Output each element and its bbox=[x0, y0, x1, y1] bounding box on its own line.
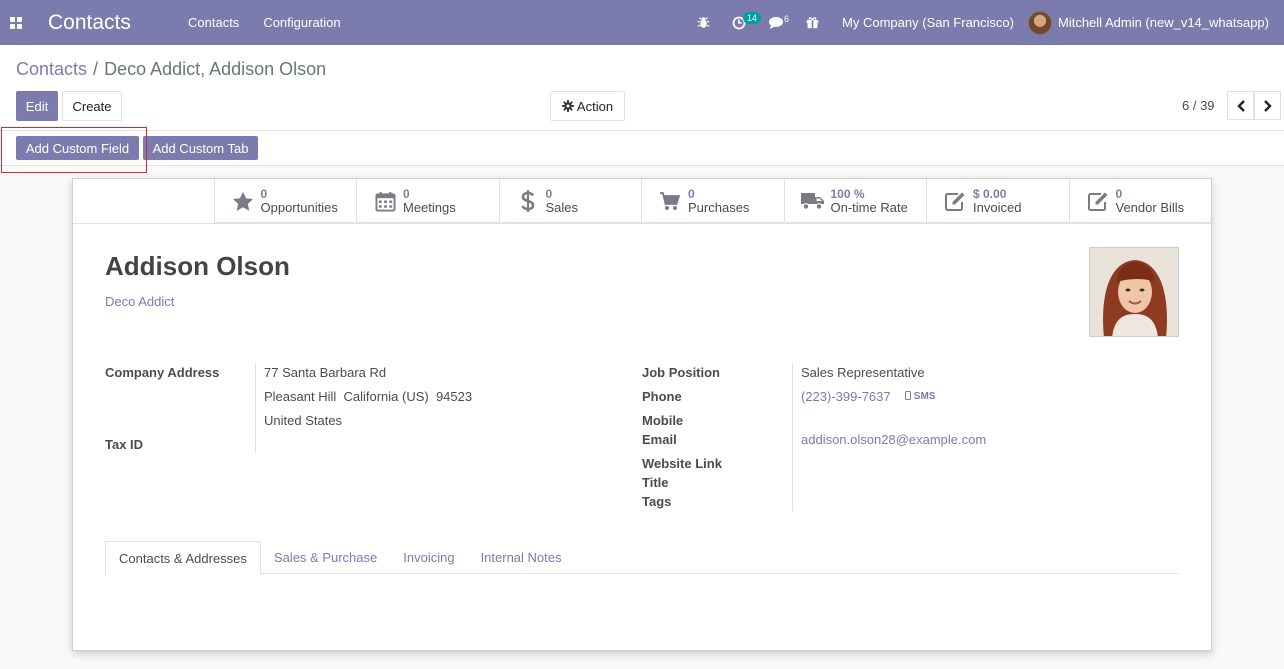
notebook-tabs: Contacts & Addresses Sales & Purchase In… bbox=[105, 541, 1179, 575]
vendor-bills-label: Vendor Bills bbox=[1115, 200, 1185, 215]
debug-bug-icon[interactable] bbox=[686, 0, 721, 45]
pager-next-button[interactable] bbox=[1254, 91, 1281, 120]
meetings-value: 0 bbox=[403, 187, 410, 201]
gear-icon bbox=[561, 100, 574, 112]
pager-value[interactable]: 6 / 39 bbox=[1182, 98, 1215, 113]
breadcrumb-contacts-link[interactable]: Contacts bbox=[16, 59, 87, 79]
mobile-phone-icon bbox=[905, 391, 911, 400]
tags-label: Tags bbox=[642, 494, 672, 509]
email-label: Email bbox=[642, 432, 677, 447]
on-time-rate-button[interactable]: 100 % On-time Rate bbox=[783, 179, 927, 223]
on-time-rate-label: On-time Rate bbox=[830, 200, 908, 215]
button-box-divider bbox=[73, 223, 1213, 224]
tab-invoicing[interactable]: Invoicing bbox=[390, 541, 467, 574]
calendar-icon bbox=[373, 189, 397, 213]
sales-value: 0 bbox=[545, 187, 553, 201]
purchases-label: Purchases bbox=[688, 200, 750, 215]
mobile-label: Mobile bbox=[642, 413, 684, 428]
edit-button[interactable]: Edit bbox=[16, 91, 58, 121]
form-sheet: 0 Opportunities 0 Meetings 0 Sales 0 Purchas… bbox=[72, 178, 1213, 651]
action-label: Action bbox=[576, 98, 614, 114]
messages-chat-icon[interactable]: 6 bbox=[757, 0, 795, 45]
vendor-bills-button[interactable]: 0 Vendor Bills bbox=[1068, 179, 1212, 223]
pager-previous-button[interactable] bbox=[1227, 91, 1254, 120]
star-icon bbox=[231, 189, 255, 213]
title-label: Title bbox=[642, 475, 669, 490]
vendor-bills-value: 0 bbox=[1115, 187, 1123, 201]
sales-button[interactable]: 0 Sales bbox=[498, 179, 642, 223]
invoiced-label: Invoiced bbox=[973, 200, 1022, 215]
cart-icon bbox=[658, 189, 682, 213]
job-position-value: Sales Representative bbox=[801, 365, 925, 380]
purchases-button[interactable]: 0 Purchases bbox=[641, 179, 784, 223]
tab-sales-purchase[interactable]: Sales & Purchase bbox=[261, 541, 390, 574]
address-city-line: Pleasant Hill California (US) 94523 bbox=[264, 389, 473, 404]
purchases-value: 0 bbox=[688, 187, 695, 201]
opportunities-label: Opportunities bbox=[260, 200, 338, 215]
sms-label: SMS bbox=[913, 391, 936, 402]
contact-photo[interactable] bbox=[1089, 247, 1179, 337]
smart-button-box: 0 Opportunities 0 Meetings 0 Sales 0 Purchas… bbox=[213, 179, 1212, 223]
job-position-label: Job Position bbox=[642, 365, 720, 380]
message-count-badge: 6 bbox=[784, 14, 790, 24]
on-time-rate-value: 100 % bbox=[830, 187, 865, 201]
invoiced-value: $ 0.00 bbox=[973, 187, 1007, 201]
apps-menu-icon[interactable] bbox=[0, 0, 32, 45]
main-menu: Contacts Configuration bbox=[176, 0, 353, 45]
menu-item-contacts[interactable]: Contacts bbox=[176, 0, 251, 45]
address-street: 77 Santa Barbara Rd bbox=[264, 365, 387, 380]
control-panel: Contacts / Deco Addict, Addison Olson Edit… bbox=[0, 45, 1284, 131]
company-address-label: Company Address bbox=[105, 365, 220, 380]
add-custom-tab-button[interactable]: Add Custom Tab bbox=[143, 136, 258, 160]
truck-icon bbox=[800, 189, 825, 213]
breadcrumb-separator: / bbox=[93, 59, 99, 79]
activity-clock-icon[interactable]: 14 bbox=[721, 0, 762, 45]
top-navbar: Contacts Contacts Configuration 14 6 My … bbox=[0, 0, 1284, 45]
address-country: United States bbox=[264, 413, 343, 428]
pencil-square-icon bbox=[943, 189, 967, 213]
phone-link[interactable]: (223)-399-7637 bbox=[801, 389, 891, 404]
create-button[interactable]: Create bbox=[62, 91, 122, 121]
user-name: Mitchell Admin (new_v14_whatsapp) bbox=[1058, 15, 1269, 30]
opportunities-value: 0 bbox=[260, 187, 268, 201]
right-field-divider bbox=[792, 363, 793, 511]
dollar-icon bbox=[516, 189, 540, 213]
left-field-divider bbox=[255, 363, 256, 453]
chevron-right-icon bbox=[1263, 99, 1272, 112]
opportunities-button[interactable]: 0 Opportunities bbox=[213, 179, 357, 223]
sms-button[interactable]: SMS bbox=[905, 391, 935, 402]
website-link-label: Website Link bbox=[642, 456, 722, 471]
company-switcher[interactable]: My Company (San Francisco) bbox=[830, 0, 1028, 45]
email-link[interactable]: addison.olson28@example.com bbox=[801, 432, 986, 447]
gift-icon[interactable] bbox=[795, 0, 830, 45]
parent-company-link[interactable]: Deco Addict bbox=[105, 294, 174, 309]
meetings-label: Meetings bbox=[403, 200, 456, 215]
meetings-button[interactable]: 0 Meetings bbox=[356, 179, 499, 223]
breadcrumb: Contacts / Deco Addict, Addison Olson bbox=[16, 59, 326, 80]
tab-internal-notes[interactable]: Internal Notes bbox=[468, 541, 575, 574]
tab-contacts-addresses[interactable]: Contacts & Addresses bbox=[105, 541, 261, 575]
invoiced-button[interactable]: $ 0.00 Invoiced bbox=[926, 179, 1069, 223]
action-dropdown-button[interactable]: Action bbox=[550, 91, 625, 121]
user-menu[interactable]: Mitchell Admin (new_v14_whatsapp) bbox=[1028, 0, 1284, 45]
pencil-square-icon bbox=[1086, 189, 1110, 213]
phone-label: Phone bbox=[642, 389, 682, 404]
menu-item-configuration[interactable]: Configuration bbox=[251, 0, 352, 45]
app-title: Contacts bbox=[48, 10, 131, 34]
breadcrumb-current: Deco Addict, Addison Olson bbox=[104, 59, 327, 79]
tax-id-label: Tax ID bbox=[105, 437, 144, 452]
highlight-box bbox=[1, 127, 147, 173]
sales-label: Sales bbox=[545, 200, 579, 215]
contact-name: Addison Olson bbox=[105, 251, 290, 281]
custom-bar: Add Custom Field Add Custom Tab bbox=[0, 131, 1284, 166]
user-avatar bbox=[1028, 10, 1052, 35]
chevron-left-icon bbox=[1236, 99, 1245, 112]
